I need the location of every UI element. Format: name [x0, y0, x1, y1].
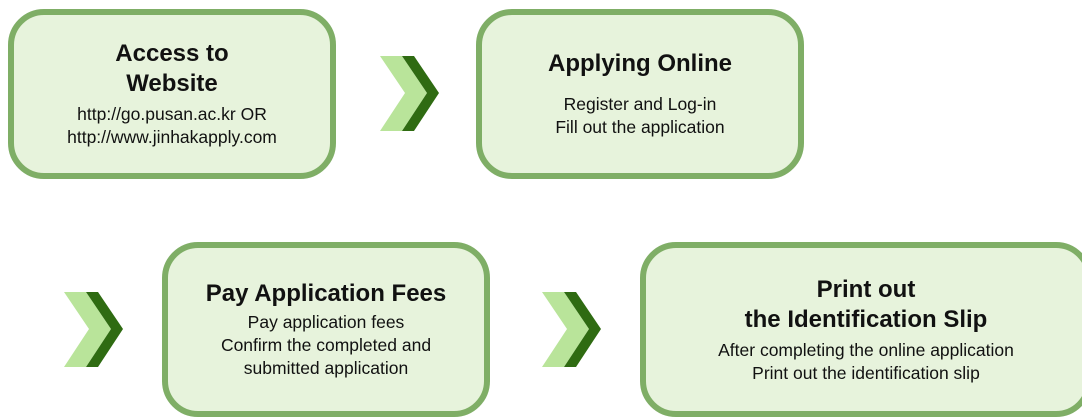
double-chevron-right-icon	[542, 292, 601, 367]
step-title: Applying Online	[548, 50, 732, 77]
double-chevron-right-icon	[64, 292, 123, 367]
double-chevron-right-icon	[380, 56, 439, 131]
step-title: Pay Application Fees	[205, 280, 447, 307]
step-box-print-slip: Print out the Identification Slip After …	[640, 242, 1082, 417]
step-box-pay-fees: Pay Application Fees Pay application fee…	[162, 242, 490, 417]
step-title: Access to Website	[115, 40, 229, 97]
step-title: Print out the Identification Slip	[744, 275, 988, 333]
step-description: Pay application fees Confirm the complet…	[220, 312, 432, 378]
step-description: After completing the online application …	[718, 339, 1014, 383]
step-box-applying-online: Applying Online Register and Log-in Fill…	[476, 9, 804, 179]
step-box-access-website: Access to Website http://go.pusan.ac.kr …	[8, 9, 336, 179]
step-description: Register and Log-in Fill out the applica…	[555, 94, 725, 137]
step-description: http://go.pusan.ac.kr OR http://www.jinh…	[67, 104, 277, 147]
